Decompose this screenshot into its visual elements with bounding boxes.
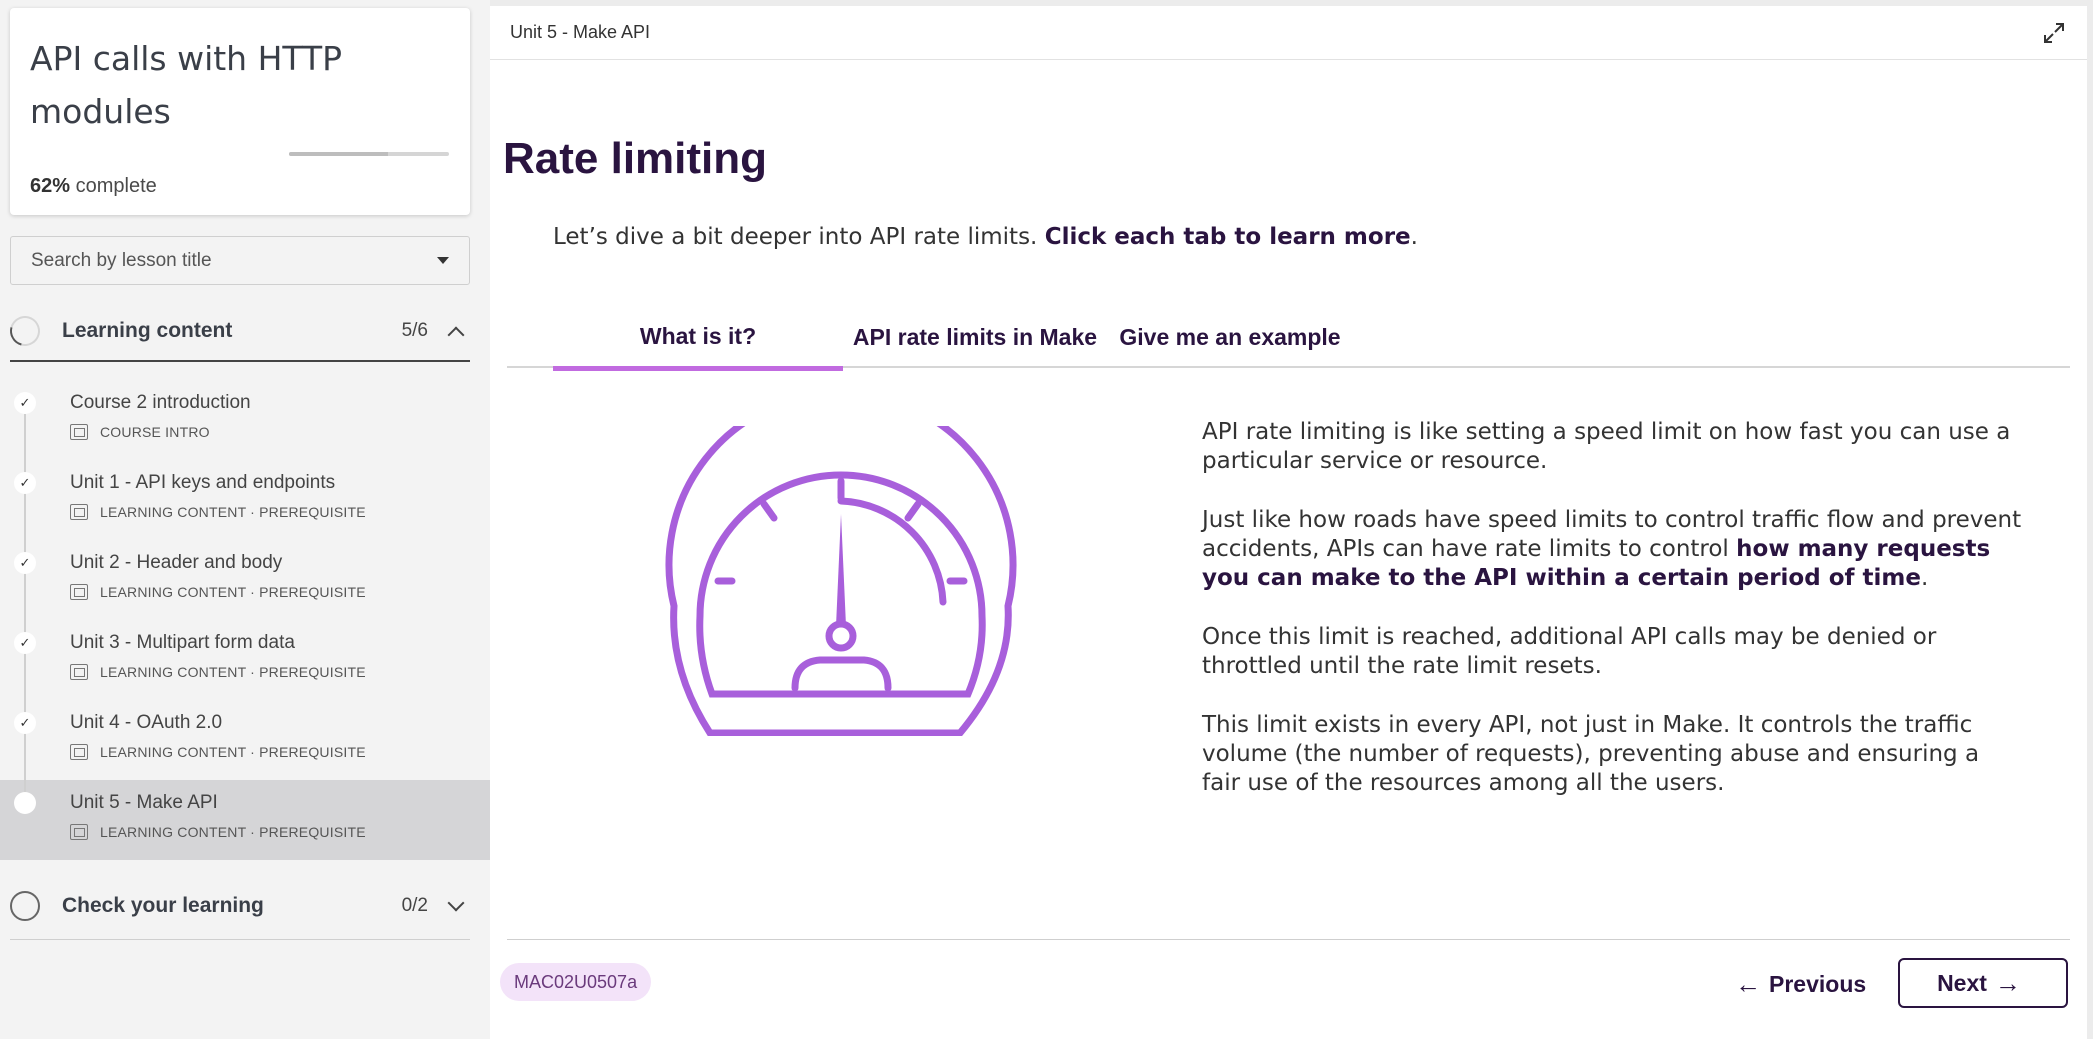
lesson-type: COURSE INTRO bbox=[100, 424, 210, 440]
progress-ring-icon bbox=[10, 890, 40, 921]
lesson-meta: LEARNING CONTENT · PREREQUISITE bbox=[70, 744, 366, 760]
progress-ring-icon bbox=[4, 310, 46, 352]
lesson-title: Course 2 introduction bbox=[70, 392, 251, 413]
check-icon: ✓ bbox=[14, 712, 36, 734]
paragraph: Just like how roads have speed limits to… bbox=[1202, 506, 2022, 593]
section-label: Learning content bbox=[62, 319, 233, 342]
intro-text: Let’s dive a bit deeper into API rate li… bbox=[553, 224, 1418, 250]
progress-bar bbox=[289, 152, 449, 156]
speedometer-icon bbox=[665, 426, 1017, 736]
intro-bold: Click each tab to learn more bbox=[1044, 224, 1411, 250]
paragraph: API rate limiting is like setting a spee… bbox=[1202, 419, 2011, 474]
lesson-meta: LEARNING CONTENT · PREREQUISITE bbox=[70, 504, 366, 520]
tab-content: API rate limiting is like setting a spee… bbox=[1202, 418, 2022, 828]
slides-icon bbox=[70, 744, 88, 760]
lesson-type: LEARNING CONTENT · PREREQUISITE bbox=[100, 744, 366, 760]
section-check-your-learning[interactable]: Check your learning 0/2 bbox=[10, 872, 470, 940]
intro-plain: Let’s dive a bit deeper into API rate li… bbox=[553, 224, 1045, 250]
intro-end: . bbox=[1410, 224, 1418, 250]
check-icon: ✓ bbox=[14, 472, 36, 494]
tab-bar: What is it? API rate limits in Make Give… bbox=[507, 306, 2070, 371]
lesson-item[interactable]: ✓ Unit 4 - OAuth 2.0 LEARNING CONTENT · … bbox=[0, 700, 490, 780]
chevron-up-icon[interactable] bbox=[447, 326, 465, 344]
document-icon bbox=[70, 424, 88, 440]
section-count: 5/6 bbox=[401, 320, 428, 341]
lesson-title: Unit 4 - OAuth 2.0 bbox=[70, 712, 223, 733]
progress-percent: 62% bbox=[30, 175, 71, 197]
lesson-type: LEARNING CONTENT · PREREQUISITE bbox=[100, 824, 366, 840]
previous-label: Previous bbox=[1769, 970, 1867, 997]
footer-divider bbox=[507, 939, 2070, 940]
tab-what-is-it[interactable]: What is it? bbox=[553, 306, 843, 371]
check-icon: ✓ bbox=[14, 632, 36, 654]
expand-icon[interactable] bbox=[2041, 20, 2067, 46]
next-label: Next bbox=[1937, 969, 1987, 996]
progress-fill bbox=[289, 152, 389, 156]
progress-text: 62% complete bbox=[30, 175, 157, 198]
lesson-meta: LEARNING CONTENT · PREREQUISITE bbox=[70, 824, 366, 840]
slides-icon bbox=[70, 824, 88, 840]
chevron-down-icon[interactable] bbox=[447, 894, 465, 911]
lesson-panel: Unit 5 - Make API Rate limiting Let’s di… bbox=[490, 6, 2087, 1039]
lesson-title: Unit 3 - Multipart form data bbox=[70, 632, 295, 653]
lesson-topbar: Unit 5 - Make API bbox=[490, 6, 2087, 60]
course-sidebar: API calls with HTTP modules 62% complete… bbox=[0, 0, 490, 1039]
lesson-title: Unit 2 - Header and body bbox=[70, 552, 283, 573]
lesson-title: Unit 1 - API keys and endpoints bbox=[70, 472, 336, 493]
search-placeholder: Search by lesson title bbox=[31, 249, 212, 271]
arrow-left-icon: ← bbox=[1735, 968, 1761, 999]
next-button[interactable]: Next → bbox=[1898, 958, 2068, 1008]
slides-icon bbox=[70, 664, 88, 680]
lesson-meta: COURSE INTRO bbox=[70, 424, 210, 440]
lesson-meta: LEARNING CONTENT · PREREQUISITE bbox=[70, 584, 366, 600]
page-title: Rate limiting bbox=[503, 134, 768, 183]
check-icon: ✓ bbox=[14, 552, 36, 574]
section-count: 0/2 bbox=[401, 894, 428, 916]
course-card: API calls with HTTP modules 62% complete bbox=[10, 8, 470, 215]
lesson-type: LEARNING CONTENT · PREREQUISITE bbox=[100, 504, 366, 520]
lesson-title: Unit 5 - Make API bbox=[70, 792, 218, 813]
lesson-type: LEARNING CONTENT · PREREQUISITE bbox=[100, 584, 366, 600]
tab-give-example[interactable]: Give me an example bbox=[1110, 306, 1350, 368]
lesson-meta: LEARNING CONTENT · PREREQUISITE bbox=[70, 664, 366, 680]
lesson-list: ✓ Course 2 introduction COURSE INTRO ✓ U… bbox=[0, 380, 490, 860]
lesson-item[interactable]: ✓ Unit 2 - Header and body LEARNING CONT… bbox=[0, 540, 490, 620]
check-icon: ✓ bbox=[14, 392, 36, 414]
current-lesson-dot-icon bbox=[14, 792, 36, 814]
arrow-right-icon: → bbox=[1994, 967, 2021, 998]
lesson-search-dropdown[interactable]: Search by lesson title bbox=[10, 236, 470, 285]
lesson-item[interactable]: ✓ Course 2 introduction COURSE INTRO bbox=[0, 380, 490, 460]
timeline-line bbox=[24, 414, 26, 460]
lesson-item[interactable]: ✓ Unit 3 - Multipart form data LEARNING … bbox=[0, 620, 490, 700]
tab-rate-limits-in-make[interactable]: API rate limits in Make bbox=[850, 306, 1100, 368]
previous-button[interactable]: ← Previous bbox=[1715, 959, 1878, 1009]
lesson-code-badge: MAC02U0507a bbox=[500, 963, 652, 1001]
lesson-item[interactable]: ✓ Unit 1 - API keys and endpoints LEARNI… bbox=[0, 460, 490, 540]
course-title: API calls with HTTP modules bbox=[30, 39, 343, 131]
paragraph: This limit exists in every API, not just… bbox=[1202, 712, 1980, 796]
section-learning-content[interactable]: Learning content 5/6 bbox=[4, 302, 470, 362]
progress-suffix: complete bbox=[75, 175, 157, 197]
section-label: Check your learning bbox=[62, 893, 264, 917]
slides-icon bbox=[70, 584, 88, 600]
breadcrumb: Unit 5 - Make API bbox=[510, 22, 651, 42]
lesson-item-active[interactable]: Unit 5 - Make API LEARNING CONTENT · PRE… bbox=[0, 780, 490, 860]
slides-icon bbox=[70, 504, 88, 520]
caret-down-icon bbox=[437, 257, 449, 264]
lesson-type: LEARNING CONTENT · PREREQUISITE bbox=[100, 664, 366, 680]
paragraph-end: . bbox=[1920, 565, 1929, 591]
paragraph: Once this limit is reached, additional A… bbox=[1202, 624, 1937, 679]
